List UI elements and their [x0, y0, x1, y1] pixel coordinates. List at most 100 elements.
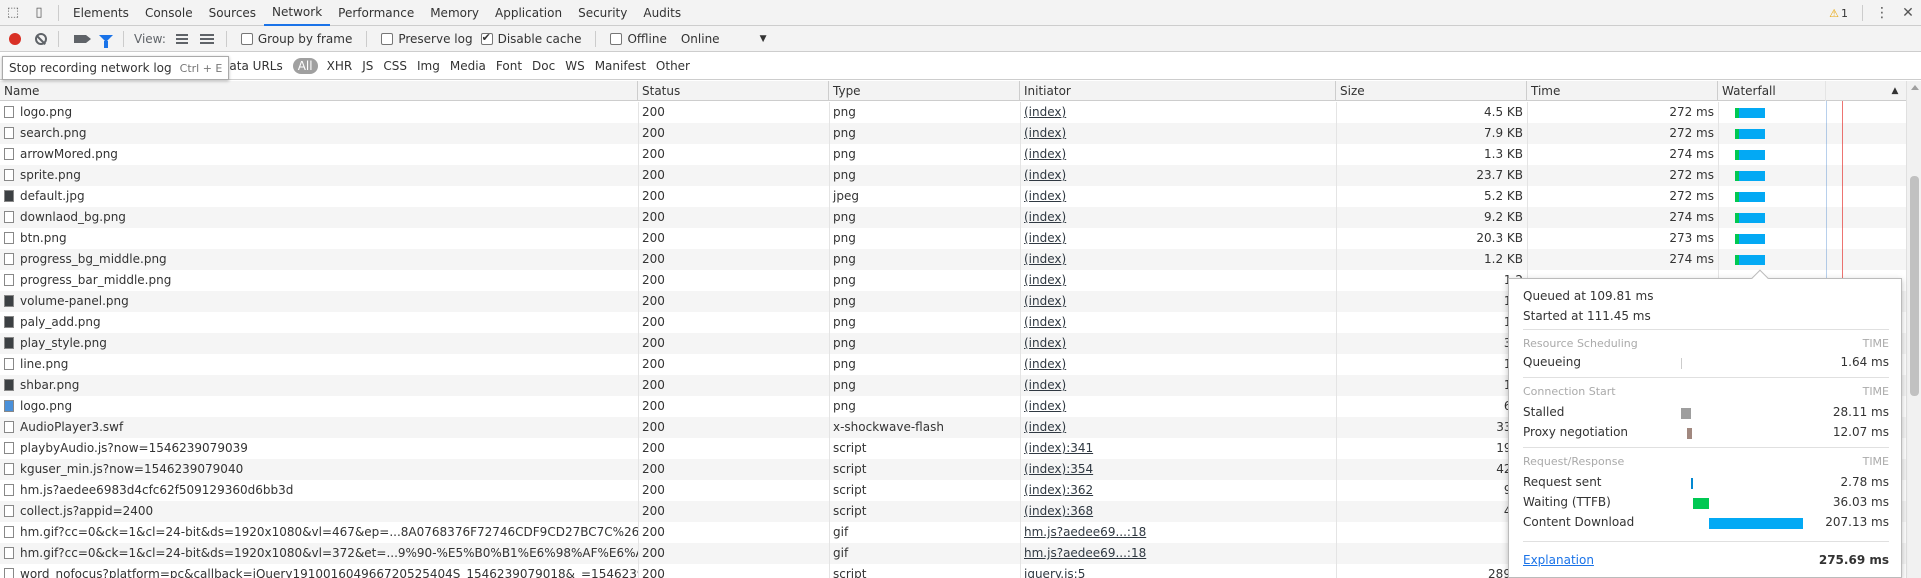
scrollbar-thumb[interactable] [1910, 176, 1919, 396]
cell-initiator[interactable]: (index) [1020, 354, 1336, 375]
cell-initiator[interactable]: (index) [1020, 207, 1336, 228]
cell-initiator[interactable]: (index) [1020, 249, 1336, 270]
initiator-link[interactable]: (index):341 [1024, 441, 1093, 455]
table-row[interactable]: default.jpg 200 jpeg (index) 5.2 KB 272 ms [0, 186, 1906, 207]
initiator-link[interactable]: (index) [1024, 420, 1066, 434]
initiator-link[interactable]: (index) [1024, 231, 1066, 245]
filter-type-js[interactable]: JS [357, 59, 378, 73]
cell-initiator[interactable]: (index) [1020, 333, 1336, 354]
tab-network[interactable]: Network [264, 0, 331, 26]
column-time[interactable]: Time [1527, 81, 1718, 101]
column-status[interactable]: Status [638, 81, 829, 101]
preserve-log-checkbox[interactable]: Preserve log [381, 32, 473, 46]
tab-elements[interactable]: Elements [65, 0, 137, 26]
initiator-link[interactable]: (index) [1024, 336, 1066, 350]
cell-initiator[interactable]: (index) [1020, 228, 1336, 249]
capture-screenshots-button[interactable] [69, 28, 91, 50]
cell-initiator[interactable]: (index):341 [1020, 438, 1336, 459]
cell-initiator[interactable]: hm.js?aedee69...:18 [1020, 543, 1336, 564]
disable-cache-checkbox[interactable]: Disable cache [480, 31, 581, 46]
cell-initiator[interactable]: (index) [1020, 417, 1336, 438]
cell-initiator[interactable]: jquery.js:5 [1020, 564, 1336, 578]
filter-type-font[interactable]: Font [491, 59, 527, 73]
initiator-link[interactable]: (index):368 [1024, 504, 1093, 518]
filter-type-css[interactable]: CSS [378, 59, 412, 73]
offline-checkbox[interactable]: Offline [610, 32, 667, 46]
sort-caret-icon[interactable]: ▲ [1884, 81, 1906, 101]
scroll-up-icon[interactable] [1911, 85, 1919, 90]
filter-type-manifest[interactable]: Manifest [590, 59, 651, 73]
cell-initiator[interactable]: (index) [1020, 291, 1336, 312]
table-row[interactable]: logo.png 200 png (index) 4.5 KB 272 ms [0, 102, 1906, 123]
filter-type-other[interactable]: Other [651, 59, 695, 73]
cell-initiator[interactable]: (index) [1020, 186, 1336, 207]
large-rows-icon[interactable] [175, 33, 188, 44]
initiator-link[interactable]: (index) [1024, 357, 1066, 371]
explanation-link[interactable]: Explanation [1523, 553, 1594, 567]
tab-sources[interactable]: Sources [201, 0, 264, 26]
cell-initiator[interactable]: (index) [1020, 144, 1336, 165]
filter-type-ws[interactable]: WS [560, 59, 589, 73]
record-button[interactable] [4, 28, 26, 50]
filter-type-media[interactable]: Media [445, 59, 491, 73]
initiator-link[interactable]: (index):362 [1024, 483, 1093, 497]
cell-initiator[interactable]: (index) [1020, 375, 1336, 396]
initiator-link[interactable]: (index) [1024, 147, 1066, 161]
more-options-icon[interactable]: ⋮ [1869, 5, 1895, 21]
throttling-select[interactable]: Online ▼ [681, 32, 767, 46]
group-by-frame-checkbox[interactable]: Group by frame [240, 32, 352, 46]
cell-initiator[interactable]: (index):354 [1020, 459, 1336, 480]
initiator-link[interactable]: jquery.js:5 [1024, 567, 1085, 578]
cell-initiator[interactable]: (index) [1020, 396, 1336, 417]
filter-type-doc[interactable]: Doc [527, 59, 560, 73]
cell-initiator[interactable]: (index):362 [1020, 480, 1336, 501]
filter-button[interactable] [95, 28, 117, 50]
device-toolbar-icon[interactable]: ▯ [26, 0, 52, 26]
inspect-element-icon[interactable]: ⬚ [0, 0, 26, 26]
tab-application[interactable]: Application [487, 0, 570, 26]
tab-console[interactable]: Console [137, 0, 201, 26]
initiator-link[interactable]: (index) [1024, 252, 1066, 266]
column-type[interactable]: Type [829, 81, 1020, 101]
cell-initiator[interactable]: (index) [1020, 165, 1336, 186]
filter-type-all[interactable]: All [292, 57, 318, 74]
cell-initiator[interactable]: (index):368 [1020, 501, 1336, 522]
tab-memory[interactable]: Memory [422, 0, 487, 26]
cell-initiator[interactable]: (index) [1020, 312, 1336, 333]
vertical-scrollbar[interactable] [1906, 81, 1921, 578]
initiator-link[interactable]: (index) [1024, 273, 1066, 287]
tab-audits[interactable]: Audits [635, 0, 689, 26]
table-row[interactable]: downlaod_bg.png 200 png (index) 9.2 KB 274 ms [0, 207, 1906, 228]
initiator-link[interactable]: (index) [1024, 294, 1066, 308]
tab-security[interactable]: Security [570, 0, 635, 26]
initiator-link[interactable]: (index) [1024, 105, 1066, 119]
initiator-link[interactable]: (index) [1024, 210, 1066, 224]
filter-type-xhr[interactable]: XHR [322, 59, 358, 73]
cell-initiator[interactable]: (index) [1020, 270, 1336, 291]
tab-performance[interactable]: Performance [330, 0, 422, 26]
table-row[interactable]: search.png 200 png (index) 7.9 KB 272 ms [0, 123, 1906, 144]
initiator-link[interactable]: (index) [1024, 378, 1066, 392]
clear-button[interactable] [30, 28, 52, 50]
warnings-indicator[interactable]: ⚠ 1 [1821, 7, 1856, 20]
initiator-link[interactable]: hm.js?aedee69...:18 [1024, 525, 1146, 539]
close-icon[interactable]: ✕ [1895, 5, 1921, 21]
table-row[interactable]: arrowMored.png 200 png (index) 1.3 KB 274 ms [0, 144, 1906, 165]
initiator-link[interactable]: hm.js?aedee69...:18 [1024, 546, 1146, 560]
column-size[interactable]: Size [1336, 81, 1527, 101]
initiator-link[interactable]: (index):354 [1024, 462, 1093, 476]
initiator-link[interactable]: (index) [1024, 189, 1066, 203]
filter-type-img[interactable]: Img [412, 59, 445, 73]
table-row[interactable]: sprite.png 200 png (index) 23.7 KB 272 ms [0, 165, 1906, 186]
table-row[interactable]: progress_bg_middle.png 200 png (index) 1.2 K… [0, 249, 1906, 270]
initiator-link[interactable]: (index) [1024, 126, 1066, 140]
column-name[interactable]: Name [0, 81, 638, 101]
cell-initiator[interactable]: hm.js?aedee69...:18 [1020, 522, 1336, 543]
column-initiator[interactable]: Initiator [1020, 81, 1336, 101]
cell-initiator[interactable]: (index) [1020, 102, 1336, 123]
column-waterfall[interactable]: Waterfall [1718, 81, 1826, 101]
cell-initiator[interactable]: (index) [1020, 123, 1336, 144]
initiator-link[interactable]: (index) [1024, 399, 1066, 413]
overview-icon[interactable] [199, 33, 214, 44]
table-row[interactable]: btn.png 200 png (index) 20.3 KB 273 ms [0, 228, 1906, 249]
